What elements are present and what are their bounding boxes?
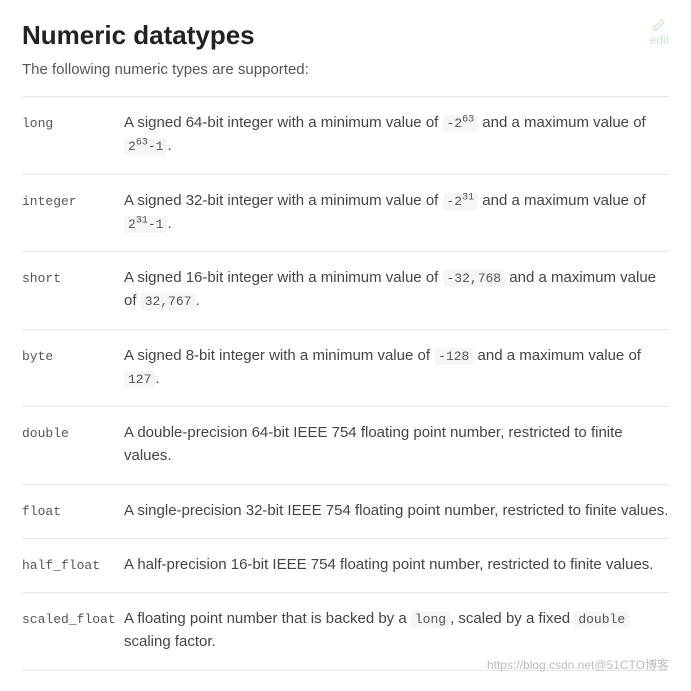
type-name-code: long — [22, 116, 53, 131]
value-code: -231 — [443, 193, 479, 210]
edit-label: edit — [650, 33, 669, 47]
type-row: long A signed 64-bit integer with a minim… — [22, 96, 669, 174]
type-name-code: scaled_float — [22, 612, 116, 627]
type-name-code: integer — [22, 194, 77, 209]
type-name: byte — [22, 344, 124, 391]
value-code: -128 — [434, 348, 473, 365]
type-row: double A double-precision 64-bit IEEE 754… — [22, 406, 669, 484]
edit-link[interactable]: edit — [650, 18, 669, 47]
value-code: 231-1 — [124, 216, 167, 233]
type-row: half_float A half-precision 16-bit IEEE 7… — [22, 538, 669, 592]
value-code: long — [411, 611, 450, 628]
value-code: 32,767 — [141, 293, 196, 310]
pencil-icon — [652, 18, 666, 32]
type-description: A floating point number that is backed b… — [124, 607, 669, 654]
value-code: double — [574, 611, 629, 628]
intro-text: The following numeric types are supporte… — [22, 61, 669, 78]
type-name-code: double — [22, 426, 69, 441]
type-description: A signed 64-bit integer with a minimum v… — [124, 111, 669, 158]
type-description: A signed 32-bit integer with a minimum v… — [124, 189, 669, 236]
value-code: 127 — [124, 371, 155, 388]
value-code: -263 — [443, 115, 479, 132]
type-description: A signed 16-bit integer with a minimum v… — [124, 266, 669, 313]
value-code: -32,768 — [443, 270, 506, 287]
type-description: A double-precision 64-bit IEEE 754 float… — [124, 421, 669, 468]
type-row: short A signed 16-bit integer with a mini… — [22, 251, 669, 329]
type-name: integer — [22, 189, 124, 236]
page-title: Numeric datatypes — [22, 20, 669, 51]
type-name: scaled_float — [22, 607, 124, 654]
type-name: float — [22, 499, 124, 522]
type-row: integer A signed 32-bit integer with a mi… — [22, 174, 669, 252]
type-name: double — [22, 421, 124, 468]
type-description: A signed 8-bit integer with a minimum va… — [124, 344, 669, 391]
value-code: 263-1 — [124, 138, 167, 155]
type-name: long — [22, 111, 124, 158]
type-name: half_float — [22, 553, 124, 576]
type-name-code: short — [22, 271, 61, 286]
type-row: float A single-precision 32-bit IEEE 754 … — [22, 484, 669, 538]
type-name: short — [22, 266, 124, 313]
type-description: A single-precision 32-bit IEEE 754 float… — [124, 499, 669, 522]
type-name-code: half_float — [22, 558, 100, 573]
type-name-code: byte — [22, 349, 53, 364]
type-name-code: float — [22, 504, 61, 519]
type-row: byte A signed 8-bit integer with a minimu… — [22, 329, 669, 407]
type-row: scaled_float A floating point number that… — [22, 592, 669, 671]
type-description: A half-precision 16-bit IEEE 754 floatin… — [124, 553, 669, 576]
